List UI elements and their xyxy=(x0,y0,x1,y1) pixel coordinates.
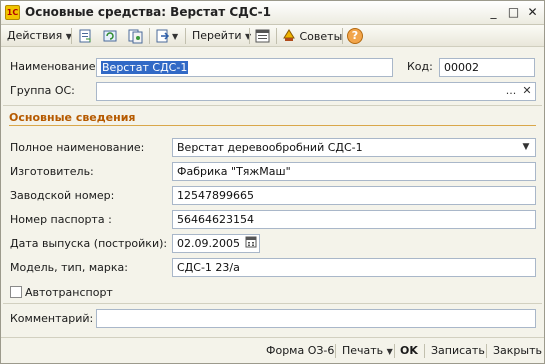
refresh-icon[interactable] xyxy=(102,28,119,44)
section-title: Основные сведения xyxy=(9,111,136,124)
divider xyxy=(3,105,542,106)
name-input-value: Верстат СДС-1 xyxy=(101,61,189,74)
help-icon: ? xyxy=(347,28,363,44)
close-button[interactable]: Закрыть xyxy=(493,343,542,359)
list-structure-icon[interactable] xyxy=(254,28,271,44)
code-input[interactable]: 00002 xyxy=(439,58,535,77)
divider xyxy=(3,303,542,304)
group-clear-button[interactable]: ✕ xyxy=(519,83,535,100)
print-menu[interactable]: Печать ▼ xyxy=(342,343,393,359)
footer-separator xyxy=(424,344,425,358)
serial-input[interactable]: 12547899665 xyxy=(172,186,536,205)
vehicle-label: Автотранспорт xyxy=(25,286,113,299)
caret-down-icon: ▼ xyxy=(172,32,179,41)
app-logo-icon: 1C xyxy=(5,5,20,20)
footer-bar: Форма ОЗ-6 Печать ▼ OK Записать Закрыть xyxy=(1,337,544,363)
manufacturer-label: Изготовитель: xyxy=(10,165,94,178)
save-button[interactable]: Записать xyxy=(431,343,485,359)
tips-button[interactable]: Советы xyxy=(282,28,342,44)
model-label: Модель, тип, марка: xyxy=(10,261,128,274)
toolbar-separator xyxy=(249,28,250,44)
comment-label: Комментарий: xyxy=(10,312,94,325)
footer-separator xyxy=(335,344,336,358)
toolbar-separator xyxy=(71,28,72,44)
release-date-input[interactable]: 02.09.2005 xyxy=(172,234,260,253)
goto-menu-label: Перейти xyxy=(192,29,242,42)
manufacturer-input[interactable]: Фабрика "ТяжМаш" xyxy=(172,162,536,181)
passport-input[interactable]: 56464623154 xyxy=(172,210,536,229)
window: 1C Основные средства: Верстат СДС-1 _ □ … xyxy=(0,0,545,364)
toolbar-separator xyxy=(276,28,277,44)
release-date-value: 02.09.2005 xyxy=(177,237,240,250)
caret-down-icon: ▼ xyxy=(386,347,393,356)
copy-doc-icon[interactable] xyxy=(127,28,144,44)
footer-separator xyxy=(394,344,395,358)
code-label: Код: xyxy=(407,60,433,73)
ok-button[interactable]: OK xyxy=(400,343,418,359)
serial-label: Заводской номер: xyxy=(10,189,115,202)
vehicle-checkbox[interactable] xyxy=(10,286,22,298)
name-label: Наименование: xyxy=(10,60,100,73)
chevron-down-icon[interactable]: ▼ xyxy=(519,139,533,156)
arrow-right-icon[interactable] xyxy=(155,28,172,44)
model-input[interactable]: СДС-1 23/а xyxy=(172,258,536,277)
print-menu-label: Печать xyxy=(342,344,384,357)
maximize-button[interactable]: □ xyxy=(505,4,522,20)
footer-separator xyxy=(486,344,487,358)
passport-label: Номер паспорта : xyxy=(10,213,112,226)
section-underline xyxy=(9,125,536,126)
save-copy-icon[interactable] xyxy=(77,28,94,44)
title-bar[interactable]: 1C Основные средства: Верстат СДС-1 _ □ … xyxy=(1,1,544,25)
group-label: Группа ОС: xyxy=(10,84,75,97)
group-input[interactable]: ... ✕ xyxy=(96,82,536,101)
name-input[interactable]: Верстат СДС-1 xyxy=(96,58,393,77)
release-date-label: Дата выпуска (постройки): xyxy=(10,237,168,250)
toolbar-separator xyxy=(342,28,343,44)
full-name-label: Полное наименование: xyxy=(10,141,145,154)
window-title: Основные средства: Верстат СДС-1 xyxy=(25,5,271,19)
close-window-button[interactable]: ✕ xyxy=(524,4,541,20)
full-name-value: Верстат деревообробний СДС-1 xyxy=(177,141,363,154)
actions-menu-label: Действия xyxy=(7,29,63,42)
form-os6-button[interactable]: Форма ОЗ-6 xyxy=(266,343,334,359)
actions-menu[interactable]: Действия ▼ xyxy=(7,28,72,44)
toolbar-separator xyxy=(149,28,150,44)
tips-icon xyxy=(282,28,296,42)
toolbar: Действия ▼ ▼ Перейти ▼ xyxy=(1,25,544,47)
comment-input[interactable] xyxy=(96,309,536,328)
arrow-dropdown-caret[interactable]: ▼ xyxy=(172,28,178,44)
calendar-icon[interactable] xyxy=(244,235,258,252)
help-button[interactable]: ? xyxy=(347,28,363,44)
goto-menu[interactable]: Перейти ▼ xyxy=(192,28,251,44)
full-name-select[interactable]: Верстат деревообробний СДС-1 ▼ xyxy=(172,138,536,157)
tips-button-label: Советы xyxy=(299,30,343,43)
minimize-button[interactable]: _ xyxy=(485,4,502,20)
group-select-button[interactable]: ... xyxy=(503,83,519,100)
toolbar-separator xyxy=(185,28,186,44)
